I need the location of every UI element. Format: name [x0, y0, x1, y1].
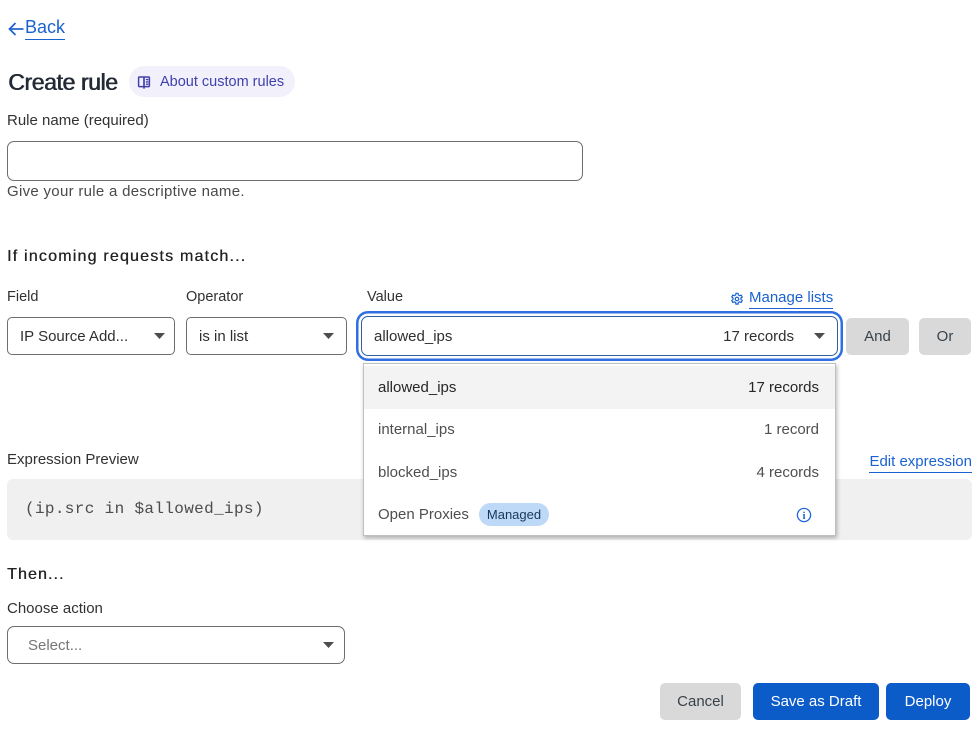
- svg-text:i: i: [802, 510, 805, 522]
